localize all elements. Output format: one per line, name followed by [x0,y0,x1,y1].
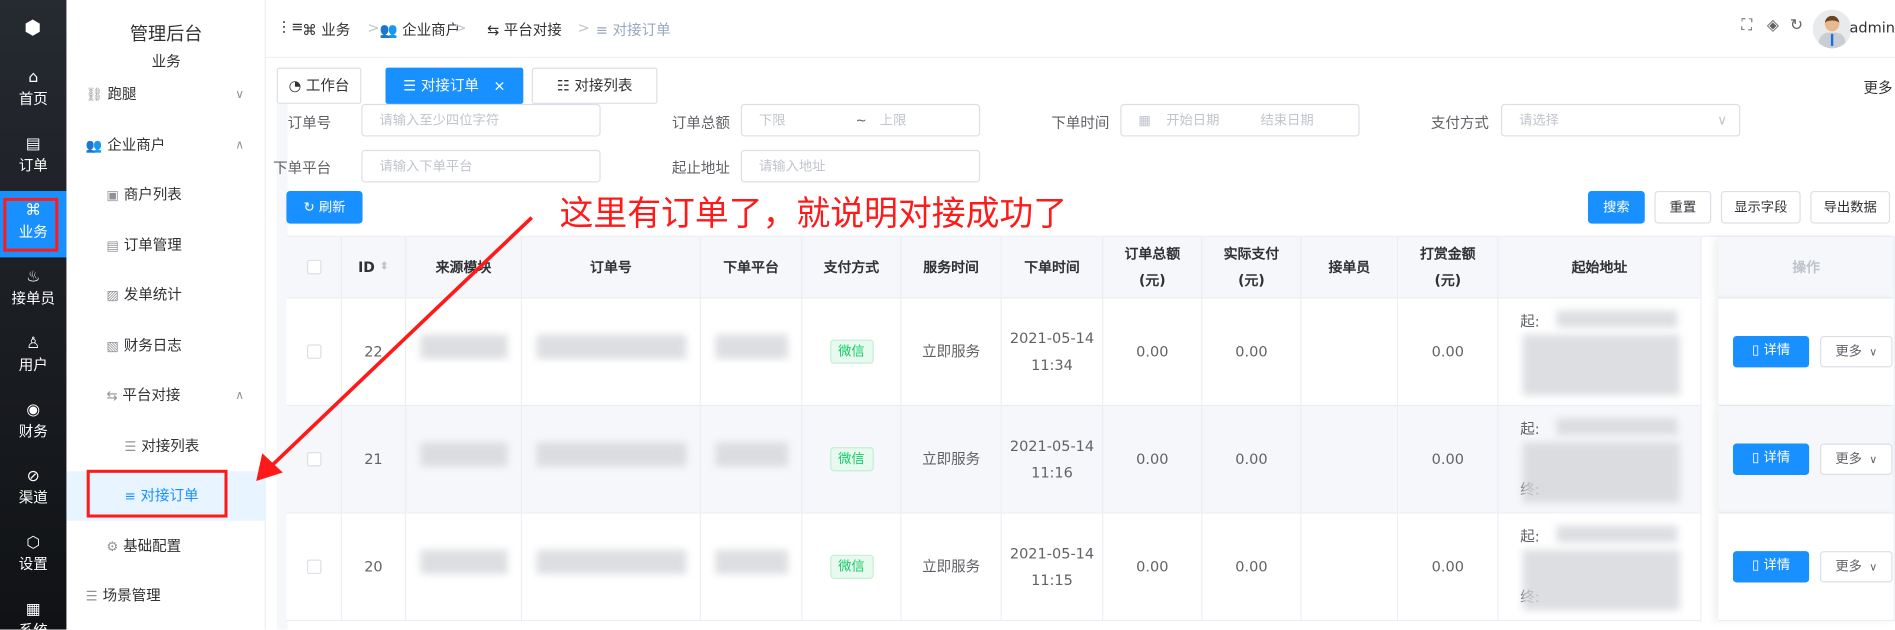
list-icon: ☷ [556,77,575,95]
list-icon: ☰ [403,77,421,95]
tab-0[interactable]: ◔ 工作台 [276,67,362,104]
tab-label: 工作台 [305,77,350,95]
tab-1[interactable]: ☰ 对接订单 × [385,67,524,104]
close-icon[interactable]: × [493,77,505,94]
dashboard-icon: ◔ [288,77,306,95]
tab-label: 对接订单 [420,77,479,95]
tab-2[interactable]: ☷ 对接列表 [531,67,658,104]
tab-label: 对接列表 [574,77,633,95]
